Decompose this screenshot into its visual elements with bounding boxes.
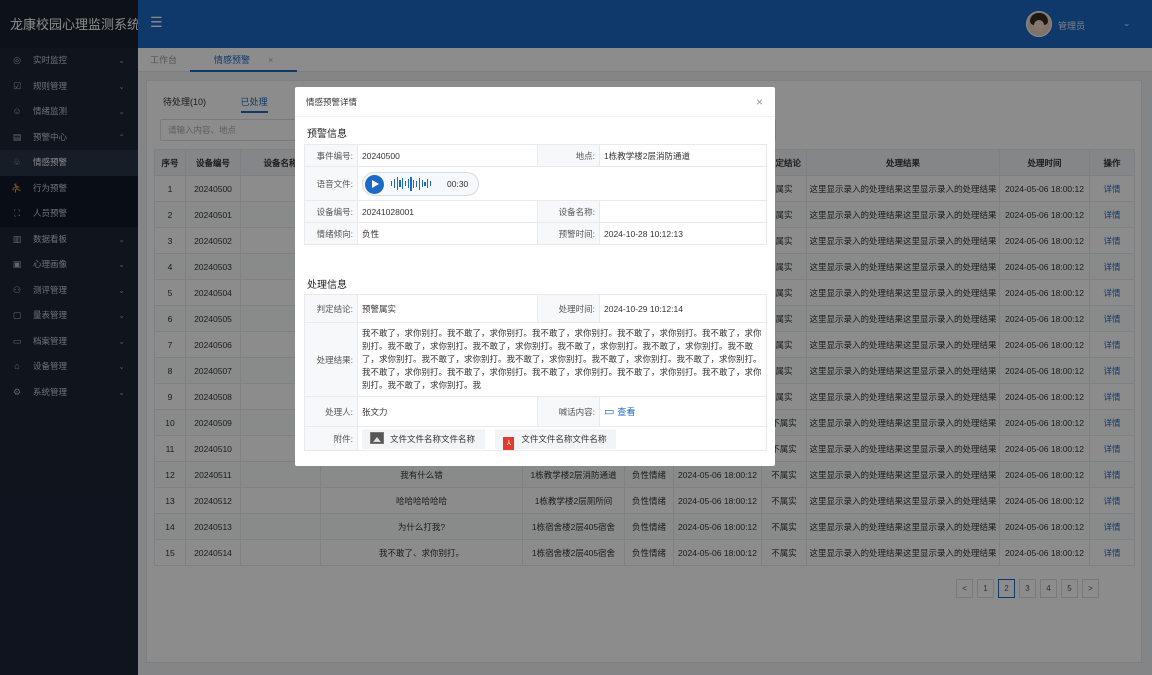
attach-cell: 文件文件名称文件名称 ⅄ 文件文件名称文件名称	[357, 426, 767, 451]
handler-label: 处理人:	[304, 396, 358, 427]
image-file-icon	[370, 431, 384, 444]
device-no-label: 设备编号:	[304, 200, 358, 223]
emotion-label: 情绪倾向:	[304, 222, 358, 245]
dialog-title: 情感预警详情	[306, 97, 358, 107]
device-no-value: 20241028001	[357, 200, 538, 223]
section-handle-info: 处理信息	[307, 280, 347, 291]
chat-bubble-icon: ▭	[604, 406, 615, 418]
audio-cell: 00:30	[357, 166, 767, 201]
alert-detail-dialog: 情感预警详情 × 预警信息 事件编号: 20240500 地点: 1栋教学楼2层…	[295, 87, 775, 466]
event-no-label: 事件编号:	[304, 144, 358, 167]
attachment-name: 文件文件名称文件名称	[390, 433, 476, 444]
attachment-pdf-file[interactable]: ⅄ 文件文件名称文件名称	[495, 428, 617, 450]
audio-label: 语音文件:	[304, 166, 358, 201]
handle-info-table: 判定结论: 预警属实 处理时间: 2024-10-29 10:12:14 处理结…	[304, 294, 767, 451]
emotion-value: 负性	[357, 222, 538, 245]
handle-time-label: 处理时间:	[537, 294, 600, 323]
attachment-name: 文件文件名称文件名称	[521, 433, 607, 444]
pdf-file-icon: ⅄	[503, 436, 515, 450]
alert-time-label: 预警时间:	[537, 222, 600, 245]
event-no-value: 20240500	[357, 144, 538, 167]
handle-time-value: 2024-10-29 10:12:14	[599, 294, 767, 323]
verdict-label: 判定结论:	[304, 294, 358, 323]
result-value: 我不敢了，求你别打。我不敢了，求你别打。我不敢了，求你别打。我不敢了，求你别打。…	[357, 322, 767, 397]
location-value: 1栋教学楼2层消防通道	[599, 144, 767, 167]
result-label: 处理结果:	[304, 322, 358, 397]
shout-view-label: 查看	[617, 407, 636, 417]
dialog-close-icon[interactable]: ×	[756, 87, 763, 117]
verdict-value: 预警属实	[357, 294, 538, 323]
audio-player: 00:30	[362, 171, 479, 196]
shout-label: 喊话内容:	[537, 396, 600, 427]
alert-info-table: 事件编号: 20240500 地点: 1栋教学楼2层消防通道 语音文件: 00:…	[304, 144, 767, 245]
attachment-image-file[interactable]: 文件文件名称文件名称	[362, 428, 486, 449]
section-alert-info: 预警信息	[307, 129, 347, 140]
shout-cell: ▭ 查看	[599, 396, 767, 427]
shout-view-link[interactable]: ▭ 查看	[604, 405, 635, 418]
dialog-header: 情感预警详情 ×	[295, 87, 775, 117]
device-name-label: 设备名称:	[537, 200, 600, 223]
audio-duration: 00:30	[447, 178, 469, 189]
handler-value: 张文力	[357, 396, 538, 427]
location-label: 地点:	[537, 144, 600, 167]
alert-time-value: 2024-10-28 10:12:13	[599, 222, 767, 245]
play-icon[interactable]	[365, 174, 384, 194]
device-name-value	[599, 200, 767, 223]
attach-label: 附件:	[304, 426, 358, 451]
waveform-icon	[391, 176, 432, 191]
